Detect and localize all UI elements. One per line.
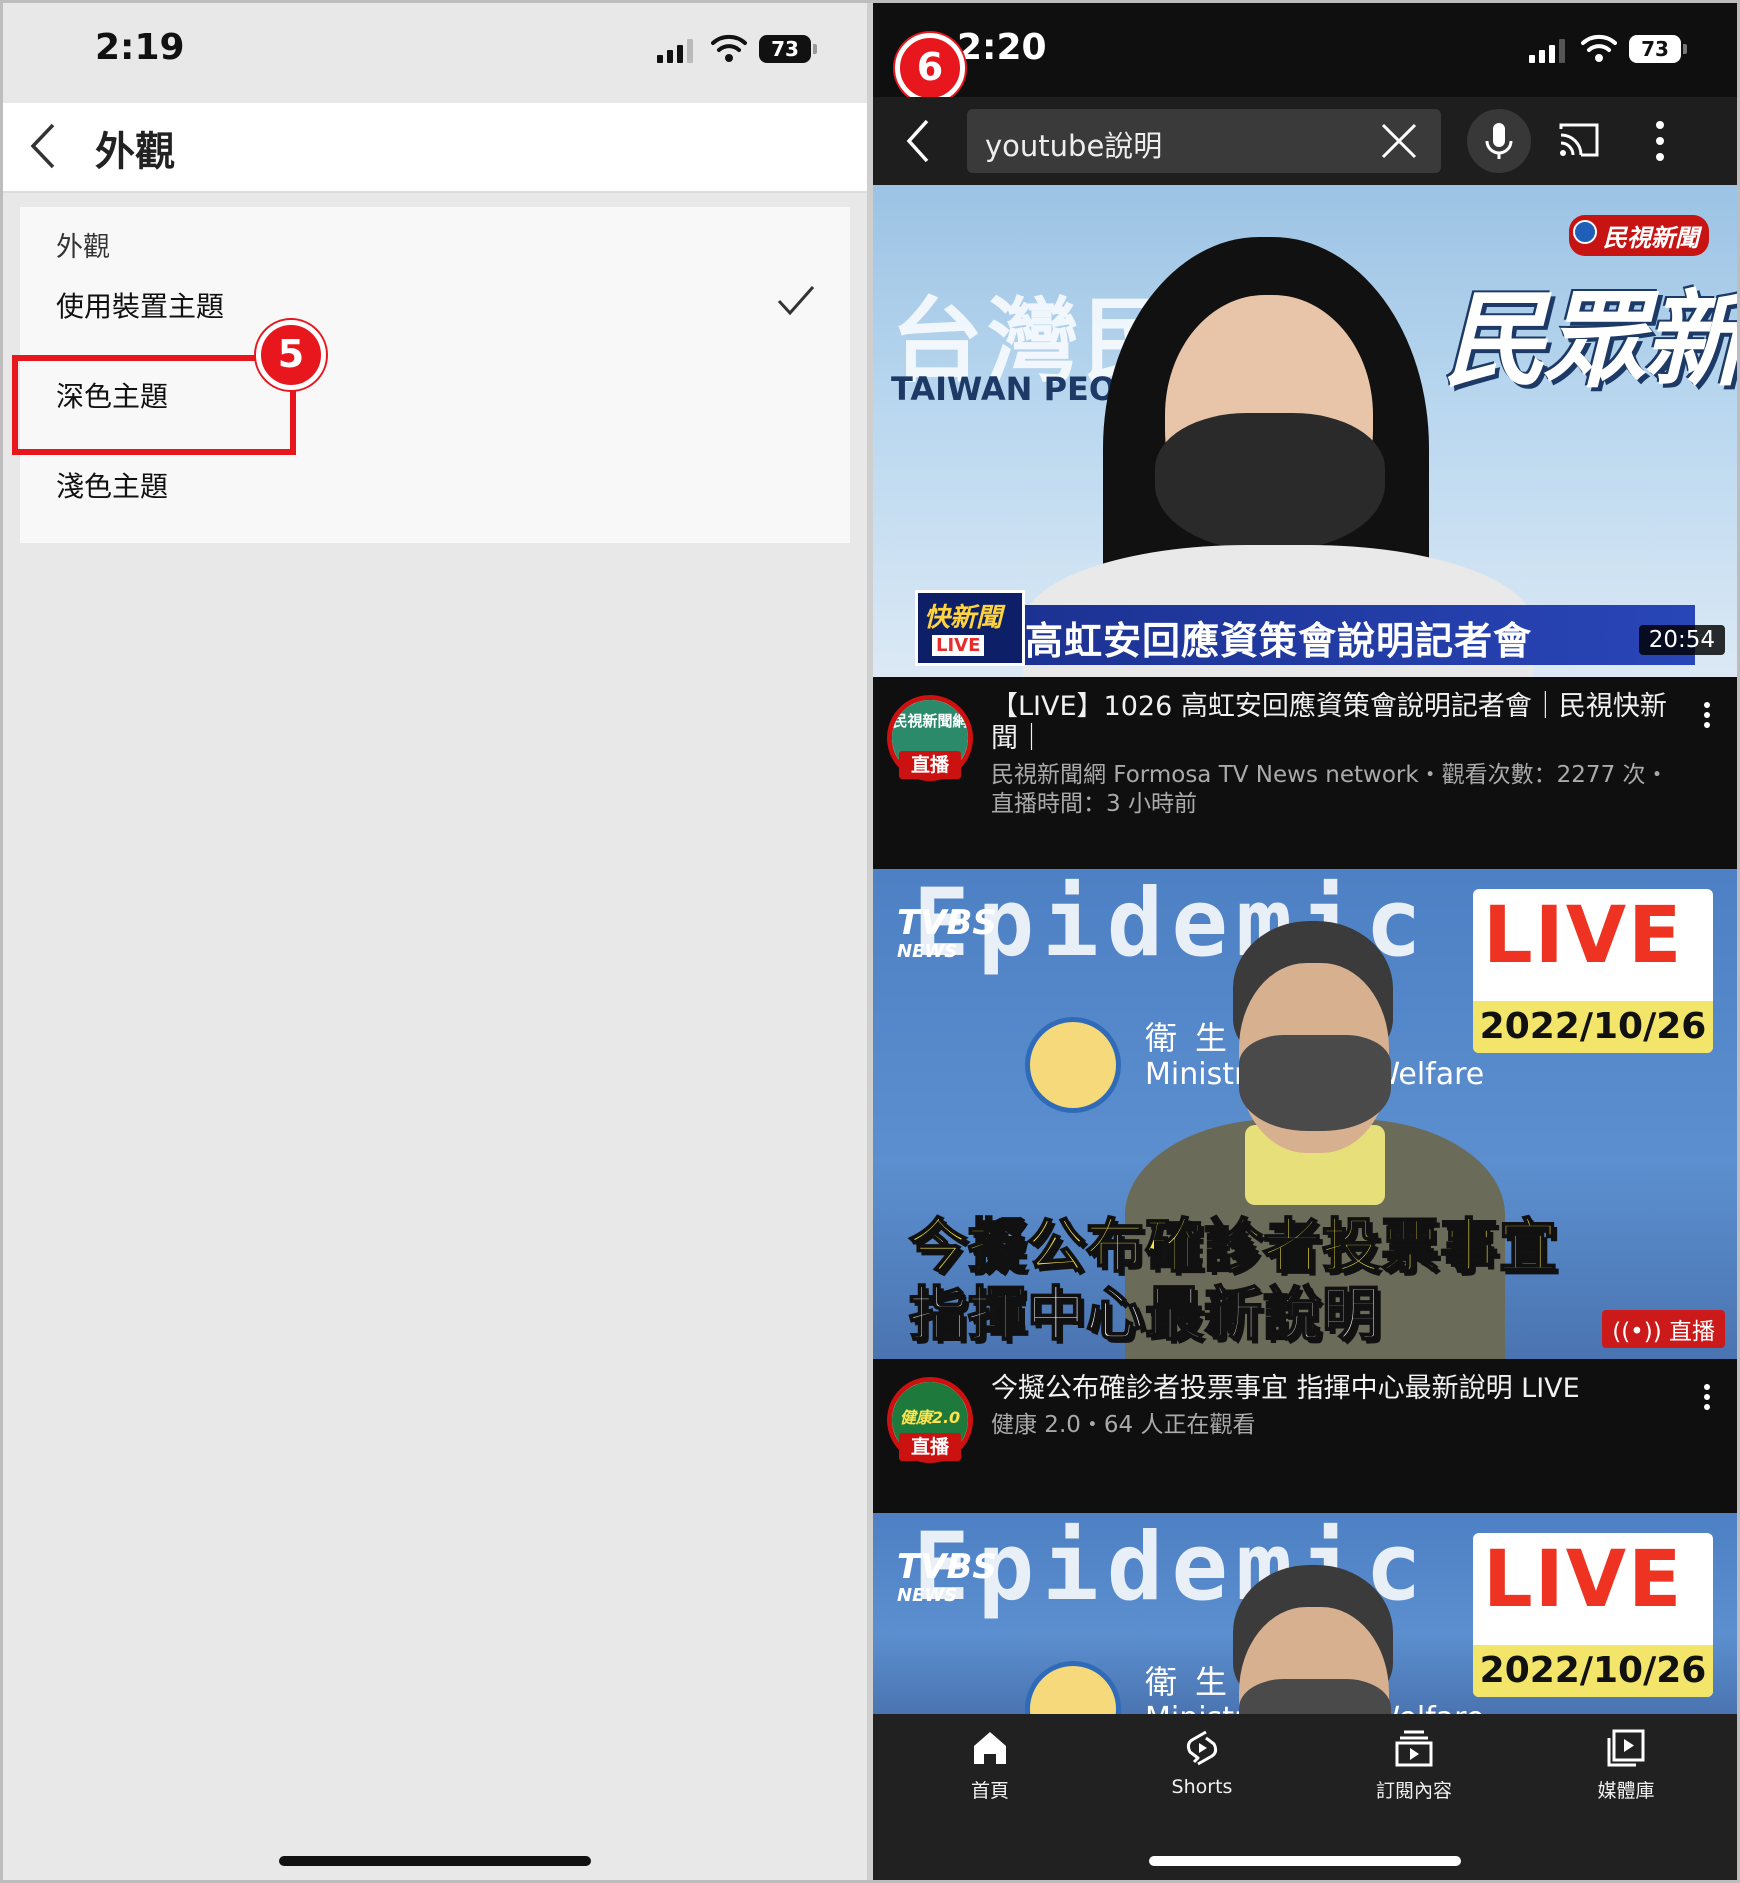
page-title: 外觀	[95, 129, 175, 175]
video-thumbnail-3[interactable]: Epidemic TVBS NEWS 衛生 部 Ministr lth and …	[873, 1513, 1737, 1714]
thumb-brand-text: 民視新聞	[1603, 224, 1699, 252]
home-indicator	[279, 1856, 591, 1866]
tvbs-logo: TVBS	[897, 1547, 997, 1587]
video-thumbnail-2[interactable]: Epidemic TVBS NEWS 衛生 部 Ministr lth and …	[873, 869, 1737, 1359]
search-query-text: youtube說明	[985, 129, 1163, 163]
video-thumbnail-1[interactable]: 台灣民 TAIWAN PEOPL 民視新聞 民眾新 快新聞 LIVE 高虹安回應…	[873, 185, 1737, 677]
clear-search-icon[interactable]	[1379, 121, 1419, 161]
live-word: LIVE	[1483, 1535, 1684, 1625]
live-tag: 直播	[899, 751, 961, 779]
tvbs-logo-sub: NEWS	[897, 1585, 958, 1606]
ministry-logo	[1025, 1017, 1121, 1113]
home-indicator	[1149, 1856, 1461, 1866]
live-date-box: LIVE 2022/10/26	[1473, 889, 1713, 1053]
nav-library[interactable]: 媒體庫	[1551, 1728, 1701, 1803]
cast-icon[interactable]	[1557, 121, 1601, 159]
step-badge-6: 6	[895, 33, 965, 103]
more-options-icon[interactable]	[1655, 119, 1665, 163]
live-date: 2022/10/26	[1473, 1001, 1713, 1053]
video-menu-icon[interactable]	[1703, 1383, 1711, 1411]
back-icon[interactable]	[25, 121, 65, 171]
option-light-theme[interactable]: 淺色主題	[20, 443, 850, 523]
speaker-mask	[1155, 413, 1385, 551]
nav-label: 媒體庫	[1597, 1780, 1655, 1802]
speaker-mask	[1239, 1035, 1391, 1131]
option-label: 使用裝置主題	[56, 290, 225, 323]
news-logo-live: LIVE	[932, 635, 985, 656]
dark-theme-highlight-box	[12, 355, 296, 455]
video-info-1: 民視新聞網 直播 【LIVE】1026 高虹安回應資策會說明記者會｜民視快新聞｜…	[873, 677, 1737, 869]
bottom-nav: 首頁 Shorts 訂閱內容 媒體庫	[873, 1714, 1737, 1880]
video-title[interactable]: 【LIVE】1026 高虹安回應資策會說明記者會｜民視快新聞｜	[991, 691, 1681, 755]
lower-third-text: 高虹安回應資策會說明記者會	[1025, 619, 1533, 663]
battery-tip	[813, 44, 817, 54]
wifi-icon	[711, 34, 747, 62]
thumb-big-text: 民眾新	[1442, 279, 1737, 401]
nav-label: 首頁	[970, 1780, 1009, 1802]
caption-line-2: 指揮中心最新說明	[908, 1279, 1382, 1349]
shorts-icon	[1186, 1730, 1218, 1766]
video-title[interactable]: 今擬公布確診者投票事宜 指揮中心最新說明 LIVE	[991, 1373, 1681, 1405]
video-menu-icon[interactable]	[1703, 701, 1711, 729]
news-logo-text: 快新聞	[924, 603, 1003, 633]
right-phone-screen: 2:20 73 6 youtube說明 台灣民 TAIWAN PEOPL 民視新…	[873, 3, 1737, 1880]
left-phone-screen: 2:19 73 外觀 外觀 使用裝置主題 深色主題 淺色主題 5	[3, 3, 867, 1880]
section-label: 外觀	[56, 232, 110, 263]
wifi-icon	[1581, 34, 1617, 62]
live-word: LIVE	[1483, 891, 1684, 981]
battery-tip	[1683, 44, 1687, 54]
live-tag: 直播	[899, 1433, 961, 1461]
checkmark-icon	[777, 286, 815, 316]
nav-shorts[interactable]: Shorts	[1127, 1728, 1277, 1798]
option-device-theme[interactable]: 使用裝置主題	[20, 263, 850, 343]
nav-label: Shorts	[1171, 1776, 1233, 1798]
nav-home[interactable]: 首頁	[915, 1728, 1065, 1803]
video-meta: 民視新聞網 Formosa TV News network・觀看次數：2277 …	[991, 762, 1669, 817]
home-icon	[974, 1732, 1006, 1764]
option-label: 淺色主題	[56, 470, 169, 503]
nav-label: 訂閱內容	[1375, 1780, 1452, 1802]
live-date: 2022/10/26	[1473, 1645, 1713, 1697]
search-top-bar: youtube說明	[873, 97, 1737, 185]
status-bar: 2:19 73	[3, 3, 867, 103]
video-duration: 20:54	[1638, 625, 1725, 655]
signal-icon	[1529, 39, 1565, 63]
library-icon	[1607, 1729, 1645, 1767]
thumb-brand-badge: 民視新聞	[1569, 215, 1709, 256]
status-time: 2:20	[957, 27, 1047, 68]
ministry-logo	[1025, 1661, 1121, 1714]
live-date-box: LIVE 2022/10/26	[1473, 1533, 1713, 1697]
back-icon[interactable]	[901, 117, 937, 165]
search-input[interactable]: youtube說明	[967, 109, 1441, 173]
step-badge-5: 5	[256, 320, 326, 390]
news-logo: 快新聞 LIVE	[915, 590, 1025, 666]
microphone-icon	[1485, 123, 1513, 159]
battery-icon: 73	[759, 35, 811, 63]
status-bar: 2:20 73	[873, 3, 1737, 103]
signal-icon	[657, 39, 693, 63]
brand-logo-icon	[1573, 220, 1597, 244]
video-info-2: 健康2.0 直播 今擬公布確診者投票事宜 指揮中心最新說明 LIVE 健康 2.…	[873, 1359, 1737, 1513]
video-meta: 健康 2.0・64 人正在觀看	[991, 1412, 1256, 1438]
tvbs-logo: TVBS	[897, 903, 997, 943]
settings-header: 外觀	[3, 103, 867, 193]
battery-icon: 73	[1629, 35, 1681, 63]
subscriptions-icon	[1395, 1730, 1433, 1767]
tvbs-logo-sub: NEWS	[897, 941, 958, 962]
status-time: 2:19	[95, 27, 185, 68]
voice-search-button[interactable]	[1467, 109, 1531, 173]
live-chip: ((•)) 直播	[1602, 1310, 1725, 1348]
speaker-mask	[1239, 1679, 1391, 1714]
nav-subscriptions[interactable]: 訂閱內容	[1339, 1728, 1489, 1803]
